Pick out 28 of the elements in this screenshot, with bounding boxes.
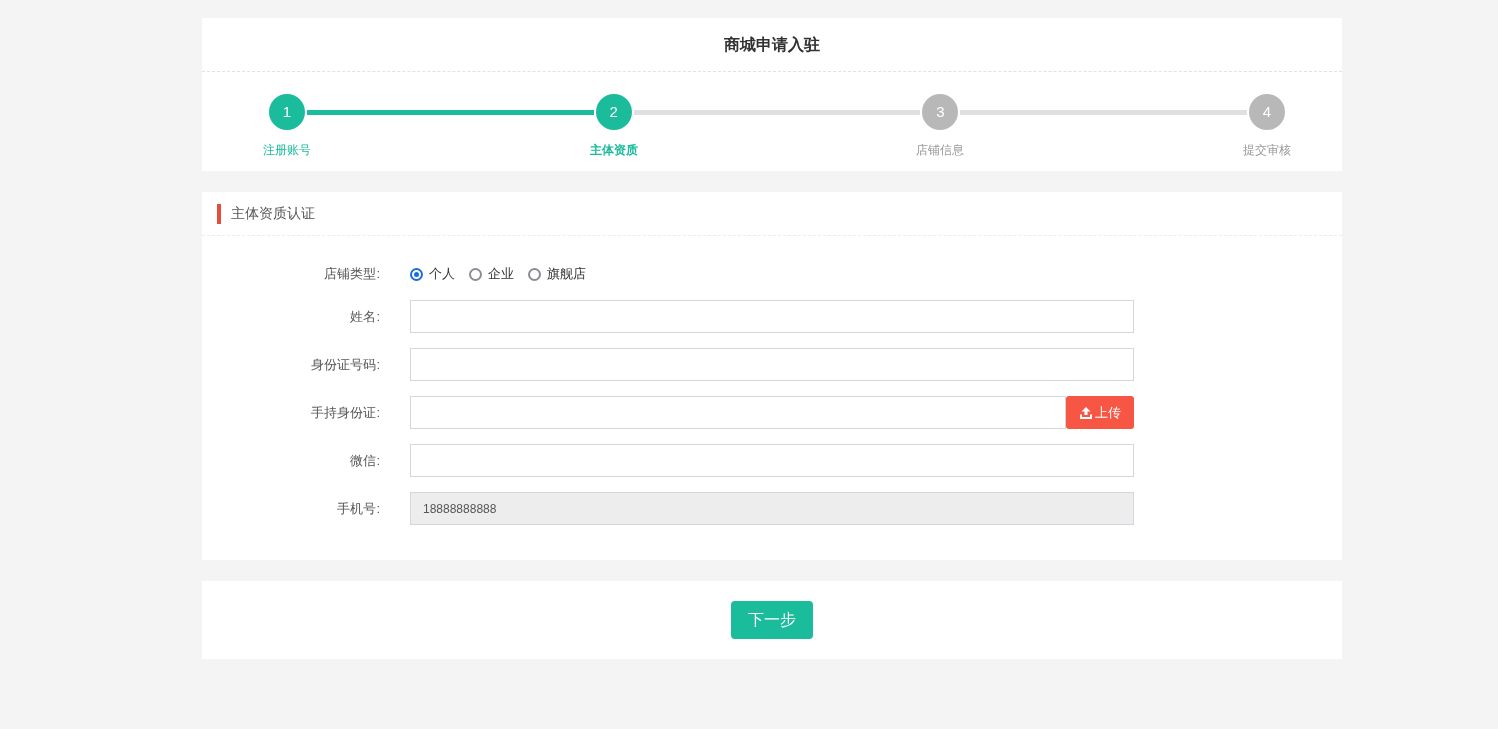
step-label: 提交审核 — [1243, 142, 1291, 158]
field-label: 手持身份证: — [310, 403, 380, 422]
field-label: 姓名: — [349, 307, 380, 326]
radio-icon[interactable] — [410, 267, 423, 281]
section-accent-bar — [217, 203, 221, 224]
shop-type-option[interactable]: 企业 — [469, 264, 514, 284]
file-path-field[interactable] — [410, 396, 1066, 429]
step-number: 2 — [595, 94, 632, 130]
step-label: 主体资质 — [589, 142, 638, 158]
text-input-field[interactable] — [410, 348, 1134, 381]
section-title: 主体资质认证 — [231, 204, 315, 223]
text-input-field[interactable] — [410, 300, 1134, 333]
step-number: 3 — [922, 94, 959, 130]
step-label: 注册账号 — [263, 142, 311, 158]
field-label: 身份证号码: — [310, 355, 380, 374]
field-label: 手机号: — [336, 499, 380, 518]
step-number: 1 — [269, 94, 305, 130]
field-label: 店铺类型: — [323, 265, 380, 284]
step-number: 4 — [1249, 94, 1285, 130]
text-input-field[interactable] — [410, 444, 1134, 477]
shop-type-option[interactable]: 个人 — [410, 264, 455, 284]
page-title: 商城申请入驻 — [724, 34, 820, 55]
radio-icon[interactable] — [528, 267, 541, 281]
shop-type-option[interactable]: 旗舰店 — [528, 264, 586, 284]
step-label: 店铺信息 — [916, 142, 965, 158]
field-label: 微信: — [349, 451, 380, 470]
upload-icon — [1079, 406, 1092, 419]
radio-icon[interactable] — [469, 267, 482, 281]
